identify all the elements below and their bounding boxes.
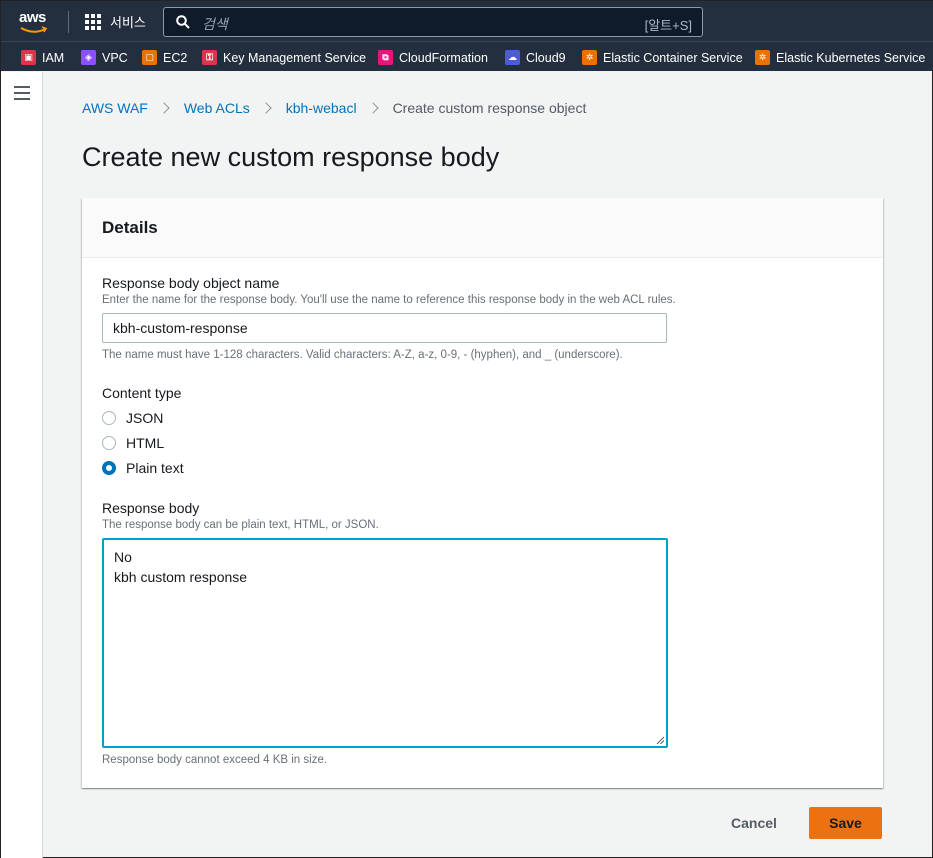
favorites-bar: ▣ IAM ◈ VPC ▢ EC2 ⚿ Key Management Servi… <box>1 41 933 71</box>
save-button[interactable]: Save <box>809 807 882 839</box>
radio-html[interactable]: HTML <box>102 435 164 451</box>
name-field-label: Response body object name <box>102 275 280 291</box>
favorite-ecs[interactable]: ✲ Elastic Container Service <box>582 50 743 65</box>
cancel-button[interactable]: Cancel <box>718 807 790 839</box>
response-body-label: Response body <box>102 500 200 516</box>
favorite-label: Elastic Kubernetes Service <box>776 50 926 65</box>
services-label: 서비스 <box>110 15 146 30</box>
search-icon <box>176 15 190 29</box>
panel-title: Details <box>102 218 158 237</box>
cloudformation-icon: ⧉ <box>378 50 393 65</box>
favorite-iam[interactable]: ▣ IAM <box>21 50 64 65</box>
top-navigation: aws 서비스 검색 [알트+S] <box>1 1 933 41</box>
name-field-description: Enter the name for the response body. Yo… <box>102 294 676 306</box>
favorite-label: VPC <box>102 50 128 65</box>
favorite-cloudformation[interactable]: ⧉ CloudFormation <box>378 50 488 65</box>
chevron-right-icon <box>366 102 379 114</box>
response-body-hint: Response body cannot exceed 4 KB in size… <box>102 754 328 766</box>
favorite-kms[interactable]: ⚿ Key Management Service <box>202 50 366 65</box>
radio-html-label: HTML <box>126 435 165 451</box>
search-shortcut: [알트+S] <box>644 18 692 33</box>
favorite-ec2[interactable]: ▢ EC2 <box>142 50 187 65</box>
favorite-label: CloudFormation <box>399 50 488 65</box>
page-title: Create new custom response body <box>82 142 500 172</box>
chevron-right-icon <box>260 102 272 114</box>
response-body-line: No <box>114 549 132 565</box>
favorite-label: EC2 <box>163 50 188 65</box>
eks-icon: ✲ <box>755 50 770 65</box>
grid-icon <box>85 13 101 30</box>
favorite-vpc[interactable]: ◈ VPC <box>81 50 128 65</box>
chevron-right-icon <box>158 102 170 114</box>
panel-header: Details <box>82 198 883 258</box>
response-body-textarea[interactable]: No kbh custom response <box>102 538 668 748</box>
iam-icon: ▣ <box>21 50 36 65</box>
radio-button-selected[interactable] <box>102 461 116 475</box>
favorite-label: Elastic Container Service <box>603 50 743 65</box>
radio-json-label: JSON <box>126 410 164 426</box>
favorite-label: Key Management Service <box>223 50 367 65</box>
aws-logo-text: aws <box>19 9 46 26</box>
radio-plain-text[interactable]: Plain text <box>102 460 184 476</box>
response-body-description: The response body can be plain text, HTM… <box>102 519 379 531</box>
search-input[interactable]: 검색 [알트+S] <box>163 7 703 37</box>
kms-icon: ⚿ <box>202 50 217 65</box>
menu-icon[interactable] <box>14 86 30 100</box>
content-type-label: Content type <box>102 385 182 401</box>
radio-json[interactable]: JSON <box>102 410 163 426</box>
details-panel: Details Response body object name Enter … <box>82 198 883 788</box>
radio-button-unselected[interactable] <box>102 411 116 425</box>
side-navigation-rail <box>1 72 43 858</box>
aws-smile-icon <box>20 26 48 33</box>
breadcrumb-webacl[interactable]: kbh-webacl <box>286 100 357 116</box>
radio-button-unselected[interactable] <box>102 436 116 450</box>
breadcrumb-current: Create custom response object <box>392 100 587 116</box>
favorite-label: IAM <box>42 50 65 65</box>
breadcrumb: AWS WAF Web ACLs kbh-webacl Create custo… <box>82 100 586 116</box>
radio-plain-text-label: Plain text <box>126 460 184 476</box>
nav-divider <box>68 11 69 33</box>
breadcrumb-web-acls[interactable]: Web ACLs <box>184 100 250 116</box>
cloud9-icon: ☁ <box>505 50 520 65</box>
name-field-hint: The name must have 1-128 characters. Val… <box>102 349 623 361</box>
ec2-icon: ▢ <box>142 50 157 65</box>
ecs-icon: ✲ <box>582 50 597 65</box>
favorite-cloud9[interactable]: ☁ Cloud9 <box>505 50 566 65</box>
services-menu-button[interactable]: 서비스 <box>85 12 146 31</box>
response-body-name-input[interactable]: kbh-custom-response <box>102 313 667 343</box>
response-body-line: kbh custom response <box>114 569 248 585</box>
breadcrumb-aws-waf[interactable]: AWS WAF <box>82 100 148 116</box>
favorite-label: Cloud9 <box>526 50 566 65</box>
favorite-eks[interactable]: ✲ Elastic Kubernetes Service <box>755 50 925 65</box>
search-placeholder: 검색 <box>202 16 228 32</box>
resize-handle-icon[interactable] <box>656 736 664 744</box>
aws-logo[interactable]: aws <box>19 10 53 34</box>
vpc-icon: ◈ <box>81 50 96 65</box>
